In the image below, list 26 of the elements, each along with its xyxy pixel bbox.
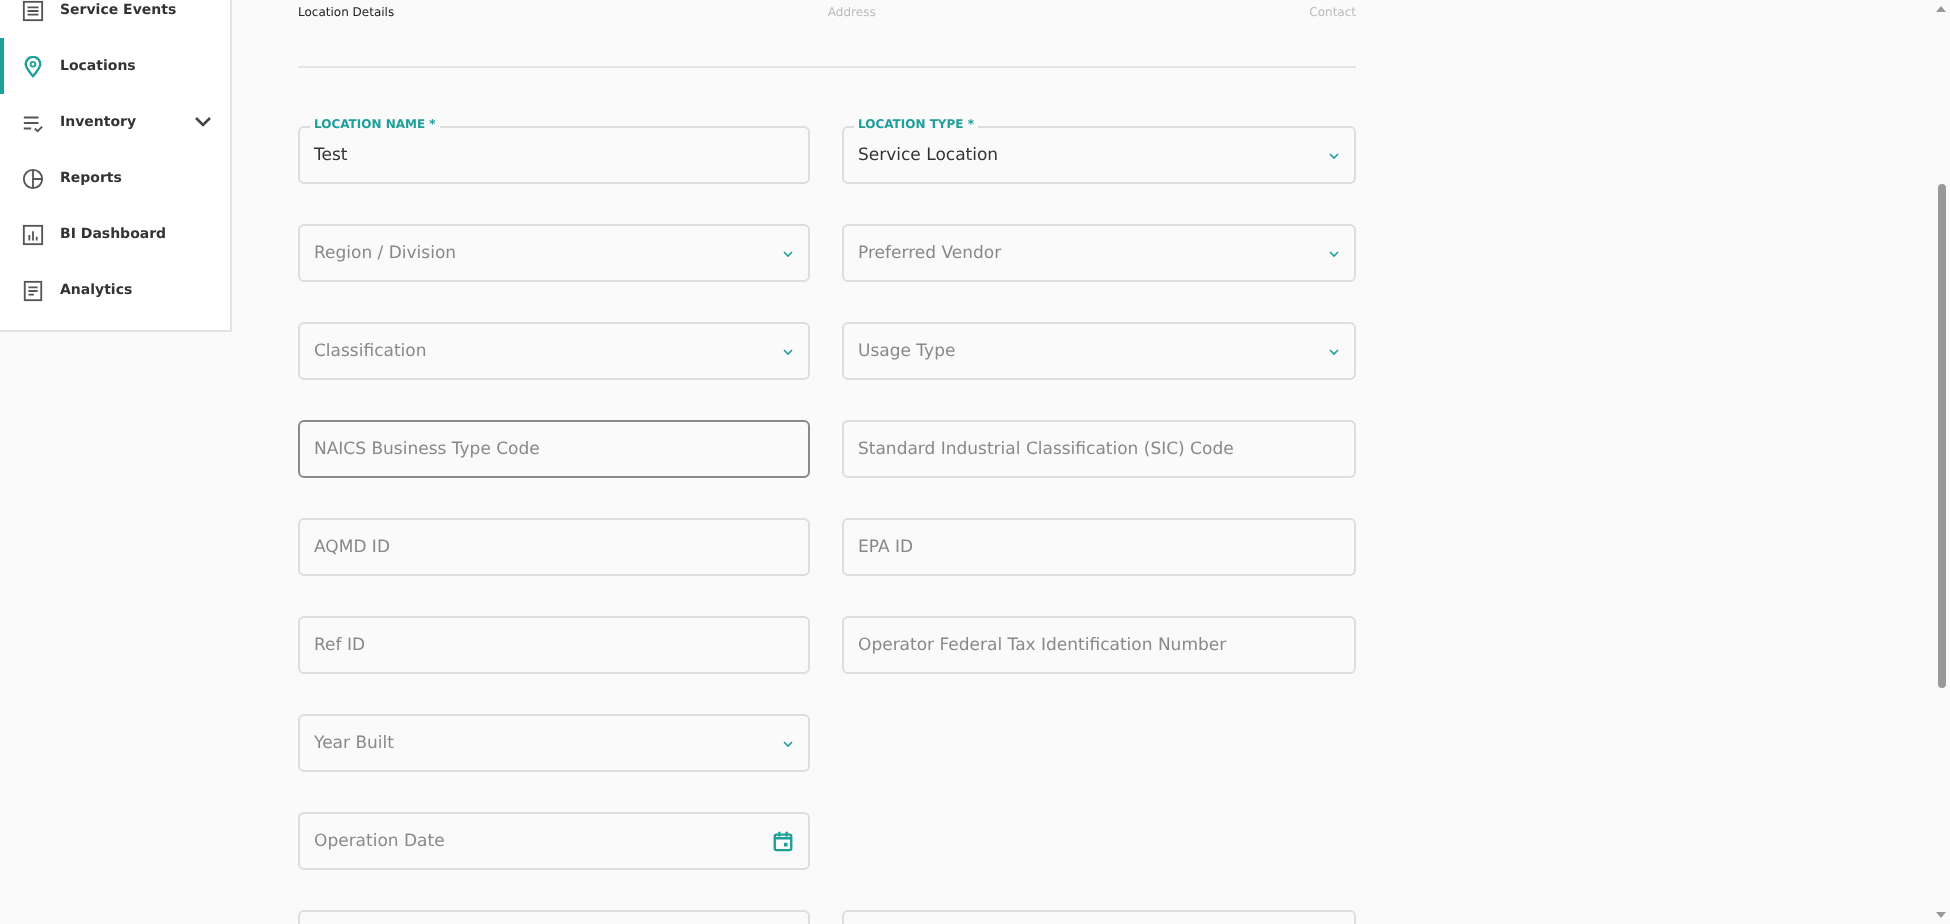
select-field[interactable]: Region / Division bbox=[298, 224, 810, 282]
chevron-down-icon bbox=[782, 249, 794, 257]
select-field[interactable]: Usage Type bbox=[842, 322, 1356, 380]
calendar-icon[interactable] bbox=[772, 830, 794, 852]
input-field[interactable]: Ref ID bbox=[298, 616, 810, 674]
chevron-down-icon bbox=[1328, 151, 1340, 159]
select-field[interactable]: Preferred Vendor bbox=[842, 224, 1356, 282]
select-field[interactable]: Classification bbox=[298, 322, 810, 380]
chevron-down-icon bbox=[782, 347, 794, 355]
input-field[interactable]: Standard Industrial Classification (SIC) Code bbox=[842, 420, 1356, 478]
input-field[interactable]: EPA ID bbox=[842, 518, 1356, 576]
chevron-down-icon bbox=[1328, 347, 1340, 355]
pie-chart-icon bbox=[22, 167, 44, 189]
document-icon bbox=[22, 279, 44, 301]
chevron-down-icon bbox=[1328, 249, 1340, 257]
input-field[interactable]: NAICS Business Type Code bbox=[298, 420, 810, 478]
input-field[interactable]: Operator Federal Tax Identification Number bbox=[842, 616, 1356, 674]
bar-chart-icon bbox=[22, 223, 44, 245]
date-field[interactable]: Operation Date bbox=[298, 812, 810, 870]
chevron-down-icon[interactable] bbox=[194, 116, 212, 128]
location-pin-icon bbox=[22, 55, 44, 77]
checklist-icon bbox=[22, 111, 44, 133]
chevron-down-icon bbox=[782, 739, 794, 747]
list-icon bbox=[22, 0, 44, 21]
input-field[interactable]: AQMD ID bbox=[298, 518, 810, 576]
select-field[interactable]: Year Built bbox=[298, 714, 810, 772]
